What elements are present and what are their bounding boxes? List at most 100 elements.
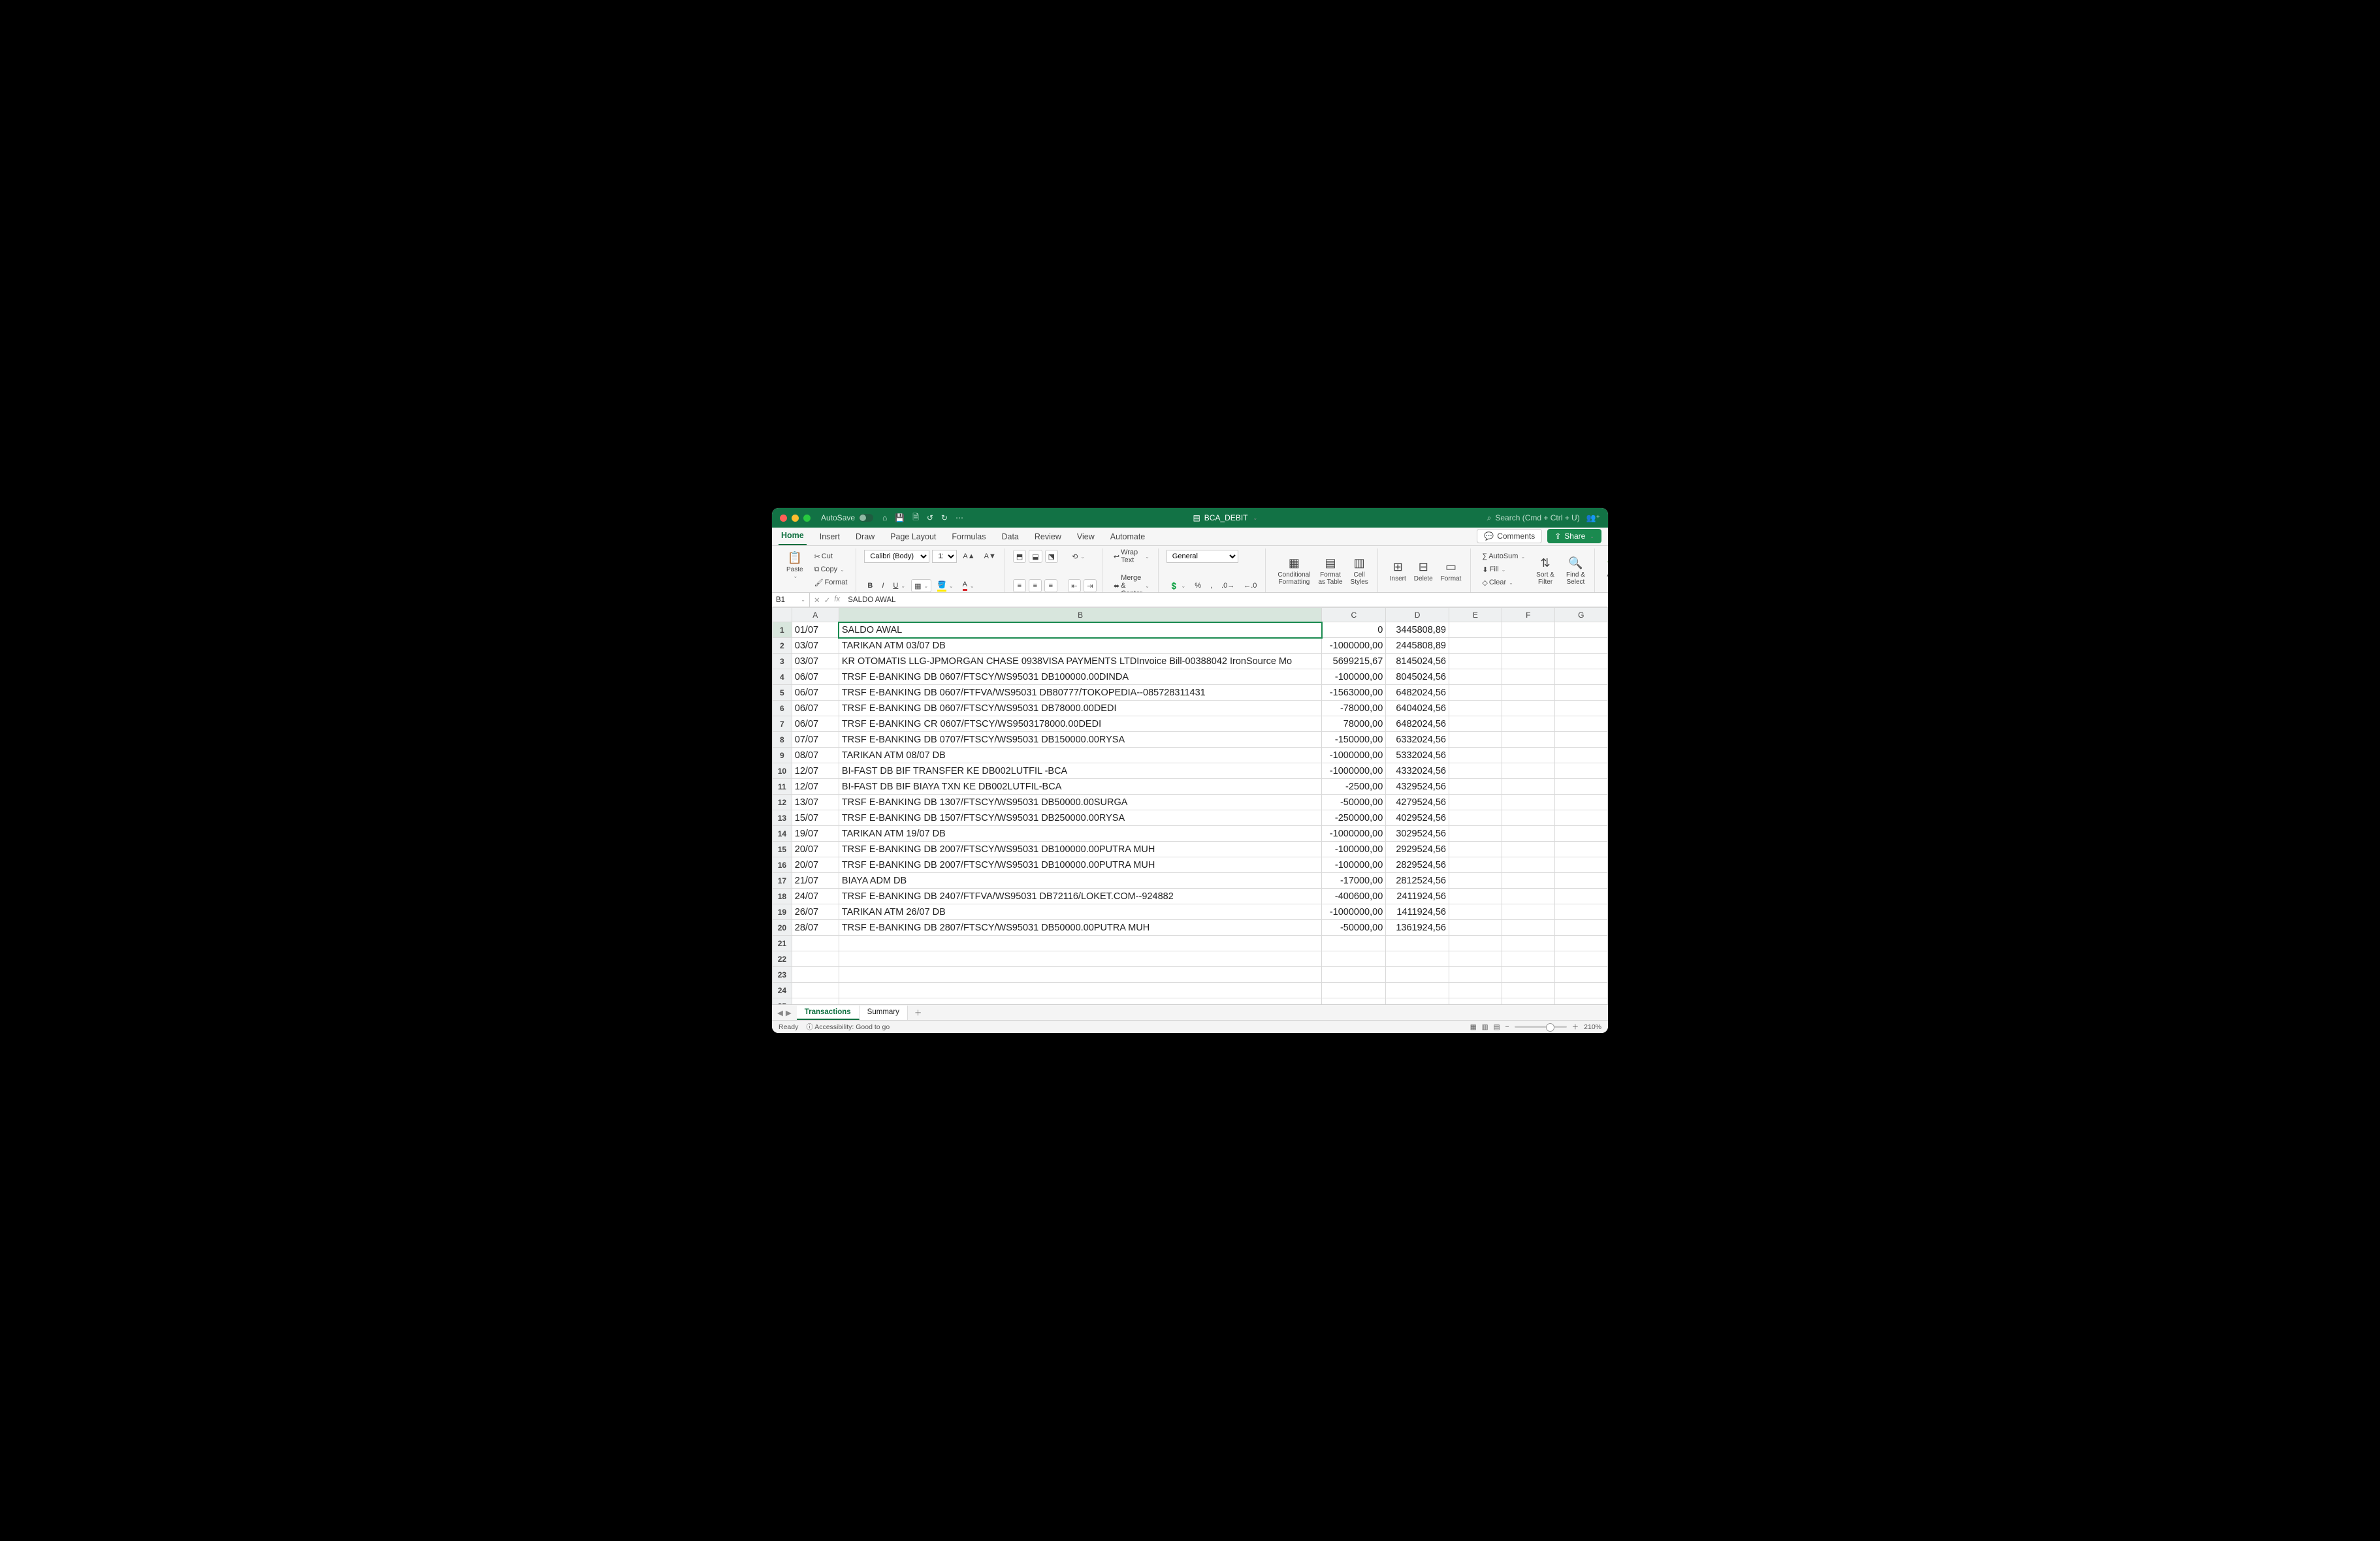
- align-center-button[interactable]: ≡: [1029, 579, 1042, 592]
- cell[interactable]: TRSF E-BANKING DB 2007/FTSCY/WS95031 DB1…: [839, 857, 1322, 873]
- borders-button[interactable]: ▦⌄: [911, 579, 931, 592]
- share-button[interactable]: ⇪ Share ⌄: [1547, 529, 1601, 543]
- addins-button[interactable]: 🧩Add-ins: [1603, 550, 1608, 592]
- row-header[interactable]: 9: [773, 748, 792, 763]
- view-normal-icon[interactable]: ▦: [1470, 1023, 1477, 1031]
- row-header[interactable]: 13: [773, 810, 792, 826]
- cell[interactable]: [1554, 685, 1607, 701]
- zoom-in-button[interactable]: ＋: [1572, 1022, 1579, 1032]
- cell[interactable]: [1554, 763, 1607, 779]
- sheet-tab-summary[interactable]: Summary: [860, 1006, 908, 1020]
- row-header[interactable]: 25: [773, 998, 792, 1005]
- cell[interactable]: -78000,00: [1322, 701, 1386, 716]
- cell[interactable]: 15/07: [792, 810, 839, 826]
- row-header[interactable]: 15: [773, 842, 792, 857]
- cell[interactable]: [792, 983, 839, 998]
- undo-icon[interactable]: ↺: [927, 513, 933, 522]
- cell[interactable]: [1449, 936, 1502, 951]
- cell[interactable]: [1386, 951, 1449, 967]
- name-box[interactable]: B1 ⌄: [772, 593, 810, 607]
- cell[interactable]: [1502, 920, 1554, 936]
- sheet-nav-prev-icon[interactable]: ◀: [777, 1008, 783, 1017]
- conditional-formatting-button[interactable]: ▦Conditional Formatting: [1274, 550, 1314, 592]
- cell[interactable]: [1449, 951, 1502, 967]
- cell[interactable]: [1502, 873, 1554, 889]
- bold-button[interactable]: B: [864, 580, 876, 591]
- cell[interactable]: 78000,00: [1322, 716, 1386, 732]
- cell[interactable]: [1554, 638, 1607, 654]
- cell[interactable]: [1449, 920, 1502, 936]
- cell[interactable]: 2445808,89: [1386, 638, 1449, 654]
- format-painter-button[interactable]: 🖌Format: [811, 577, 851, 588]
- cell[interactable]: 6404024,56: [1386, 701, 1449, 716]
- zoom-slider[interactable]: [1515, 1026, 1567, 1028]
- cell[interactable]: -1000000,00: [1322, 904, 1386, 920]
- cell[interactable]: TARIKAN ATM 19/07 DB: [839, 826, 1322, 842]
- fill-button[interactable]: ⬇ Fill⌄: [1479, 564, 1509, 575]
- cell[interactable]: [1502, 857, 1554, 873]
- cell[interactable]: [1554, 779, 1607, 795]
- cell[interactable]: [1502, 983, 1554, 998]
- cell[interactable]: [1502, 638, 1554, 654]
- cell[interactable]: [1554, 748, 1607, 763]
- cell[interactable]: BI-FAST DB BIF BIAYA TXN KE DB002LUTFIL-…: [839, 779, 1322, 795]
- underline-button[interactable]: U⌄: [890, 580, 909, 591]
- cell[interactable]: TRSF E-BANKING DB 2007/FTSCY/WS95031 DB1…: [839, 842, 1322, 857]
- align-top-button[interactable]: ⬒: [1013, 550, 1026, 563]
- cell[interactable]: 03/07: [792, 654, 839, 669]
- cell[interactable]: TRSF E-BANKING DB 1307/FTSCY/WS95031 DB5…: [839, 795, 1322, 810]
- cell[interactable]: [1449, 795, 1502, 810]
- copy-button[interactable]: ⧉Copy⌄: [811, 564, 848, 575]
- cell[interactable]: [1554, 904, 1607, 920]
- cell[interactable]: [1502, 685, 1554, 701]
- clear-button[interactable]: ◇ Clear⌄: [1479, 577, 1516, 588]
- cell[interactable]: [1449, 810, 1502, 826]
- cell[interactable]: TRSF E-BANKING DB 0607/FTSCY/WS95031 DB1…: [839, 669, 1322, 685]
- cell[interactable]: [1554, 826, 1607, 842]
- cell[interactable]: 6482024,56: [1386, 716, 1449, 732]
- cell[interactable]: 4279524,56: [1386, 795, 1449, 810]
- font-name-select[interactable]: Calibri (Body): [864, 550, 929, 563]
- cell[interactable]: [1449, 732, 1502, 748]
- find-select-button[interactable]: 🔍Find & Select: [1562, 550, 1589, 592]
- sort-filter-button[interactable]: ⇅Sort & Filter: [1532, 550, 1558, 592]
- cell[interactable]: [1554, 842, 1607, 857]
- cell[interactable]: [1449, 669, 1502, 685]
- cell[interactable]: [839, 951, 1322, 967]
- cell[interactable]: [839, 983, 1322, 998]
- cell[interactable]: [1502, 998, 1554, 1005]
- cell[interactable]: TRSF E-BANKING DB 2807/FTSCY/WS95031 DB5…: [839, 920, 1322, 936]
- row-header[interactable]: 7: [773, 716, 792, 732]
- tab-insert[interactable]: Insert: [817, 528, 843, 545]
- cell[interactable]: [1322, 951, 1386, 967]
- cell[interactable]: [1554, 732, 1607, 748]
- cell[interactable]: [792, 936, 839, 951]
- row-header[interactable]: 2: [773, 638, 792, 654]
- zoom-out-button[interactable]: −: [1505, 1023, 1509, 1031]
- cell[interactable]: BIAYA ADM DB: [839, 873, 1322, 889]
- cell[interactable]: [1386, 967, 1449, 983]
- cell[interactable]: [1502, 669, 1554, 685]
- cell[interactable]: [1554, 936, 1607, 951]
- decrease-indent-button[interactable]: ⇤: [1068, 579, 1081, 592]
- view-page-break-icon[interactable]: ▤: [1494, 1023, 1500, 1031]
- cell[interactable]: [1386, 983, 1449, 998]
- cell[interactable]: [1554, 622, 1607, 638]
- cell[interactable]: -50000,00: [1322, 920, 1386, 936]
- cell[interactable]: 2411924,56: [1386, 889, 1449, 904]
- cell[interactable]: 20/07: [792, 842, 839, 857]
- tab-review[interactable]: Review: [1032, 528, 1064, 545]
- spreadsheet-grid[interactable]: ABCDEFG101/07SALDO AWAL03445808,89203/07…: [772, 607, 1608, 1004]
- orientation-button[interactable]: ⟲⌄: [1069, 551, 1088, 562]
- cell[interactable]: [1554, 701, 1607, 716]
- row-header[interactable]: 22: [773, 951, 792, 967]
- column-header-D[interactable]: D: [1386, 608, 1449, 622]
- align-middle-button[interactable]: ⬓: [1029, 550, 1042, 563]
- tab-automate[interactable]: Automate: [1108, 528, 1148, 545]
- cell[interactable]: [1554, 873, 1607, 889]
- cell[interactable]: [1449, 622, 1502, 638]
- cell[interactable]: [1502, 748, 1554, 763]
- cell[interactable]: -50000,00: [1322, 795, 1386, 810]
- merge-center-button[interactable]: ⬌Merge & Center⌄: [1110, 573, 1153, 593]
- cell[interactable]: [1554, 654, 1607, 669]
